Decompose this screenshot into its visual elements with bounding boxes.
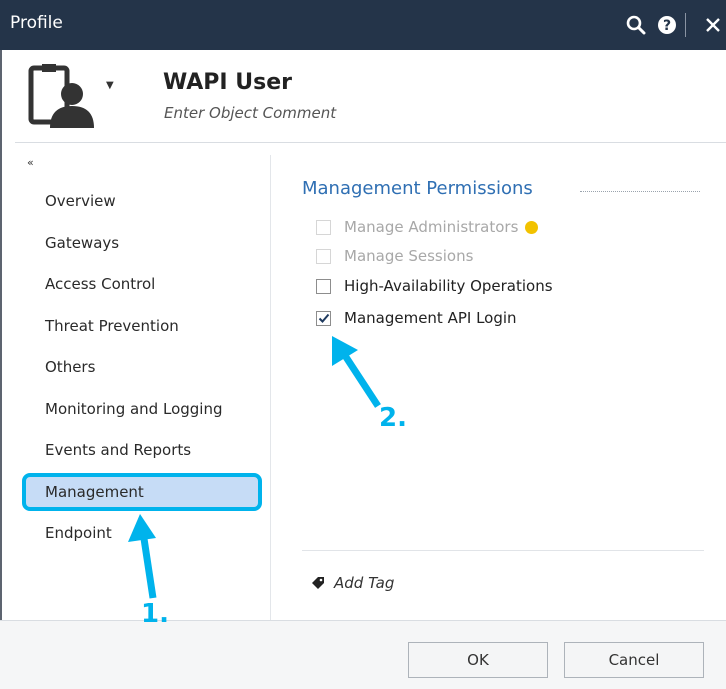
- sidebar-item-overview[interactable]: Overview: [45, 192, 116, 210]
- permission-management-api-login[interactable]: Management API Login: [316, 309, 517, 327]
- permission-label: Management API Login: [344, 309, 517, 327]
- close-icon[interactable]: [700, 11, 726, 39]
- titlebar-separator: [685, 13, 686, 37]
- permission-manage-sessions: Manage Sessions: [316, 247, 473, 265]
- add-tag-link[interactable]: Add Tag: [311, 574, 394, 592]
- user-profile-icon[interactable]: [28, 64, 98, 128]
- tags-divider: [302, 550, 704, 551]
- cancel-button[interactable]: Cancel: [564, 642, 704, 678]
- object-comment-field[interactable]: Enter Object Comment: [164, 104, 336, 122]
- header-divider: [15, 142, 726, 143]
- help-icon[interactable]: ?: [654, 11, 680, 39]
- sidebar-item-events-reports[interactable]: Events and Reports: [45, 441, 191, 459]
- sidebar-item-gateways[interactable]: Gateways: [45, 234, 119, 252]
- sidebar-item-access-control[interactable]: Access Control: [45, 275, 155, 293]
- add-tag-label: Add Tag: [334, 574, 395, 592]
- sidebar-item-others[interactable]: Others: [45, 358, 95, 376]
- sidebar-item-endpoint[interactable]: Endpoint: [45, 524, 112, 542]
- permission-label: Manage Administrators: [344, 218, 519, 236]
- checkbox-checked[interactable]: [316, 310, 331, 326]
- annotation-step-2: 2.: [379, 403, 407, 433]
- checkbox[interactable]: [316, 278, 331, 294]
- sidebar-item-threat-prevention[interactable]: Threat Prevention: [45, 317, 179, 335]
- checkbox: [316, 248, 331, 264]
- section-title: Management Permissions: [302, 178, 533, 199]
- window-title: Profile: [10, 13, 63, 33]
- sidebar-divider: [270, 155, 271, 620]
- profile-icon-dropdown-caret[interactable]: ▼: [106, 80, 114, 91]
- annotation-arrow-1: [128, 514, 157, 599]
- ok-button[interactable]: OK: [408, 642, 548, 678]
- permission-high-availability[interactable]: High-Availability Operations: [316, 277, 553, 295]
- annotation-arrow-2: [332, 336, 381, 408]
- sidebar-item-management[interactable]: Management: [45, 483, 144, 501]
- object-name[interactable]: WAPI User: [163, 70, 292, 95]
- svg-text:?: ?: [663, 18, 671, 34]
- permission-label: Manage Sessions: [344, 247, 474, 265]
- checkbox: [316, 219, 331, 235]
- permission-label: High-Availability Operations: [344, 277, 553, 295]
- sidebar-item-monitoring-logging[interactable]: Monitoring and Logging: [45, 400, 222, 418]
- lightbulb-icon[interactable]: [525, 220, 539, 234]
- checkmark-icon: [318, 313, 329, 323]
- tag-icon: [312, 577, 324, 589]
- permission-manage-administrators: Manage Administrators: [316, 218, 539, 236]
- section-title-rule: [580, 191, 700, 192]
- annotation-step-1: 1.: [141, 599, 169, 629]
- title-bar: Profile ?: [0, 0, 726, 50]
- collapse-sidebar-icon[interactable]: «: [27, 156, 34, 169]
- search-icon[interactable]: [623, 11, 649, 39]
